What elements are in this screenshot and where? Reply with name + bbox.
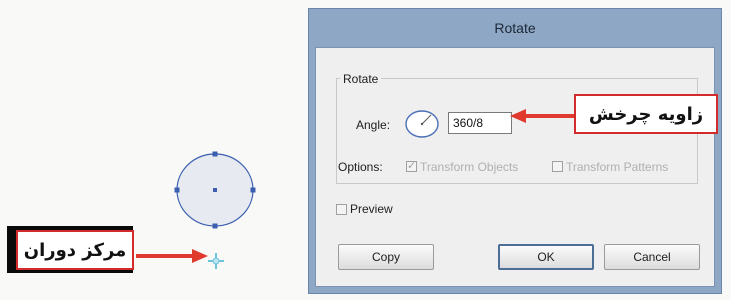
rotate-group-label: Rotate <box>340 72 382 86</box>
transform-patterns-checkbox[interactable] <box>552 161 563 172</box>
options-label: Options: <box>338 160 383 174</box>
transform-objects-label: Transform Objects <box>420 160 519 174</box>
rotation-angle-callout: زاویه چرخش <box>574 94 718 134</box>
rotation-center-callout: مرکز دوران <box>16 230 134 270</box>
arrow-right-icon <box>136 249 208 263</box>
copy-button[interactable]: Copy <box>338 244 434 270</box>
angle-dial-icon[interactable] <box>404 109 440 139</box>
dialog-body: Rotate Angle: Options: Transform Objects… <box>315 47 715 287</box>
angle-input[interactable] <box>448 112 512 134</box>
cancel-button[interactable]: Cancel <box>604 244 700 270</box>
arrow-left-icon <box>510 109 574 123</box>
transform-objects-checkbox[interactable] <box>406 159 417 172</box>
circle-shape <box>174 151 256 229</box>
preview-checkbox[interactable] <box>336 204 347 215</box>
angle-label: Angle: <box>356 118 391 132</box>
transform-patterns-label: Transform Patterns <box>566 160 669 174</box>
dialog-title: Rotate <box>494 20 536 36</box>
ok-button[interactable]: OK <box>498 244 594 270</box>
rotate-dialog: Rotate Rotate Angle: Options: Transform … <box>308 8 722 294</box>
preview-label: Preview <box>350 202 393 216</box>
